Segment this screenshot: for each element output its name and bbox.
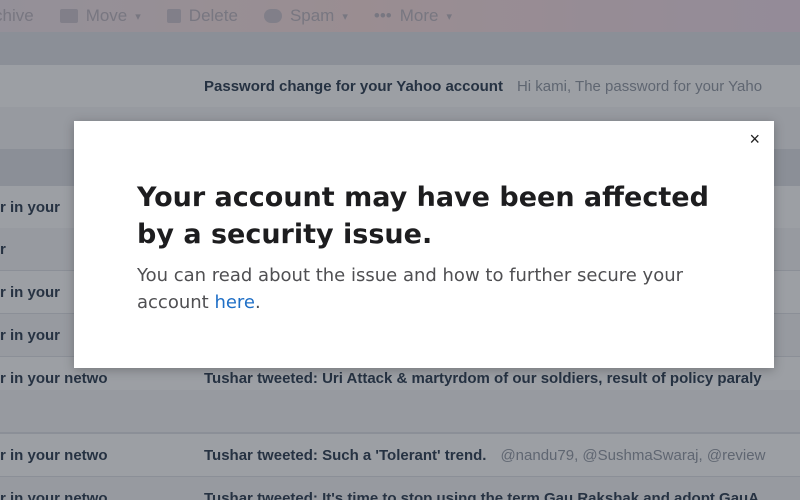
dialog-body: You can read about the issue and how to … (137, 262, 727, 316)
dialog-title: Your account may have been affected by a… (137, 182, 709, 250)
security-alert-dialog: × Your account may have been affected by… (74, 121, 774, 368)
dialog-body-end: . (255, 292, 261, 313)
close-icon[interactable]: × (749, 130, 760, 148)
here-link[interactable]: here (214, 292, 255, 313)
